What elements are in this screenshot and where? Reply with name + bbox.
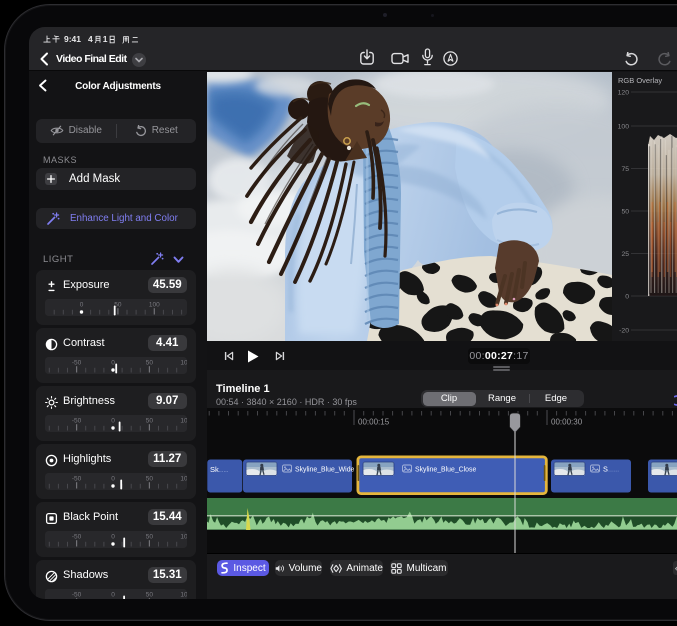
svg-text:100: 100 <box>180 534 187 541</box>
svg-text:50: 50 <box>146 476 154 483</box>
svg-text:-50: -50 <box>72 534 82 541</box>
svg-text:0: 0 <box>111 592 115 599</box>
svg-text:-50: -50 <box>72 476 82 483</box>
svg-text:100: 100 <box>618 124 630 131</box>
svg-text:-50: -50 <box>72 418 82 425</box>
svg-text:0: 0 <box>80 302 84 309</box>
svg-text:-50: -50 <box>72 360 82 367</box>
svg-text:Skyline_Blue_Close: Skyline_Blue_Close <box>415 467 476 474</box>
svg-text:0: 0 <box>111 534 115 541</box>
svg-text:00:00:30: 00:00:30 <box>551 418 583 427</box>
svg-text:0: 0 <box>111 476 115 483</box>
svg-text:75: 75 <box>621 166 629 173</box>
svg-text:100: 100 <box>180 592 187 599</box>
svg-text:50: 50 <box>146 360 154 367</box>
svg-text:100: 100 <box>180 476 187 483</box>
svg-text:RGB Overlay: RGB Overlay <box>618 76 662 85</box>
svg-text:50: 50 <box>146 534 154 541</box>
svg-text:100: 100 <box>149 302 160 309</box>
svg-text:00:00:15: 00:00:15 <box>358 418 390 427</box>
svg-text:0: 0 <box>111 360 115 367</box>
svg-text:50: 50 <box>146 418 154 425</box>
svg-text:......: ...... <box>607 465 619 474</box>
svg-text:-50: -50 <box>72 592 82 599</box>
svg-text:100: 100 <box>180 360 187 367</box>
svg-text:......: ...... <box>219 468 229 474</box>
svg-text:50: 50 <box>146 592 154 599</box>
svg-text:-20: -20 <box>619 328 629 335</box>
svg-text:100: 100 <box>180 418 187 425</box>
svg-text:Skyline_Blue_Wide: Skyline_Blue_Wide <box>295 467 355 474</box>
svg-text:50: 50 <box>621 209 629 216</box>
svg-text:120: 120 <box>618 90 630 97</box>
svg-text:0: 0 <box>111 418 115 425</box>
svg-text:25: 25 <box>621 251 629 258</box>
svg-text:0: 0 <box>625 294 629 301</box>
